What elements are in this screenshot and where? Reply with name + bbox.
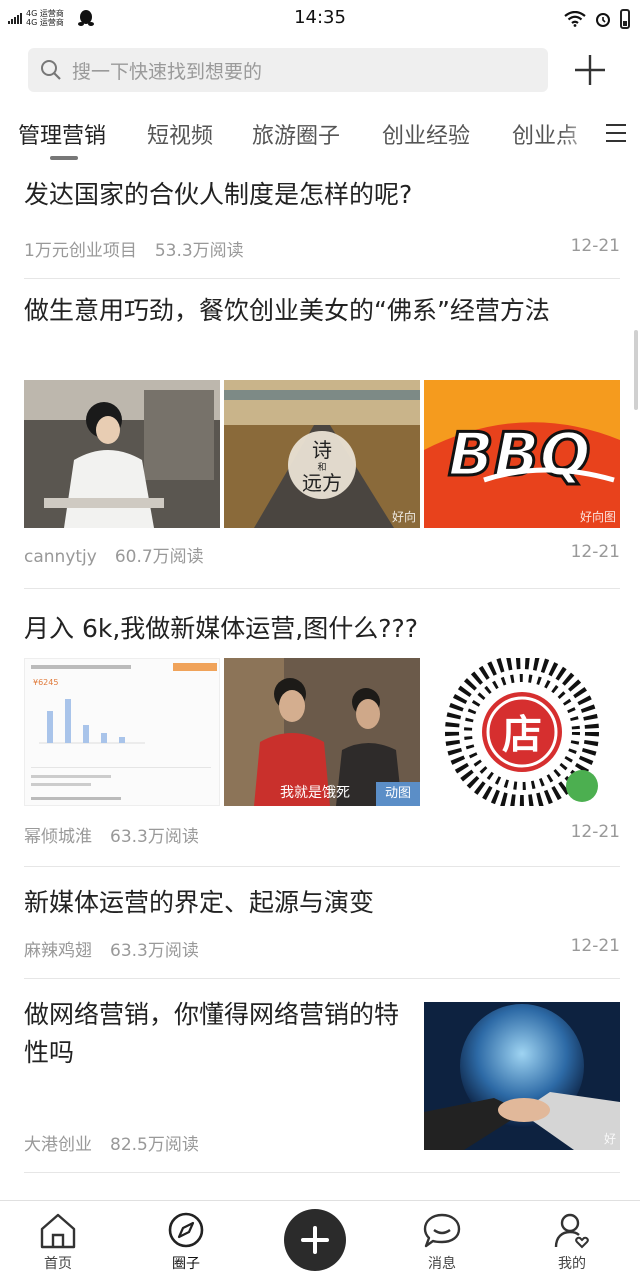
shop-glyph: 店 — [502, 712, 542, 758]
article-reads: 63.3万阅读 — [110, 941, 199, 961]
image-watermark: 好 — [603, 1132, 616, 1146]
article-date: 12-21 — [570, 236, 620, 256]
battery-icon — [620, 9, 630, 29]
divider — [24, 278, 620, 279]
article-item[interactable]: 新媒体运营的界定、起源与演变 麻辣鸡翅 63.3万阅读 12-21 — [24, 884, 620, 974]
chef-illustration — [24, 380, 220, 528]
article-image: 店 — [424, 658, 620, 806]
image-caption-bottom: 远方 — [302, 471, 342, 495]
active-tab-indicator — [50, 156, 78, 160]
search-icon — [41, 60, 61, 80]
article-date: 12-21 — [570, 822, 620, 842]
road-illustration: 诗 和 远方 — [224, 380, 420, 528]
handshake-illustration — [424, 1002, 620, 1150]
tab-management-marketing[interactable]: 管理营销 — [18, 118, 106, 150]
compass-icon — [168, 1212, 204, 1248]
salary-value: ¥6245 — [33, 678, 58, 687]
article-reads: 60.7万阅读 — [114, 547, 204, 567]
article-reads: 82.5万阅读 — [110, 1135, 199, 1155]
user-icon — [554, 1213, 589, 1249]
status-time: 14:35 — [294, 7, 346, 28]
article-item[interactable]: 月入 6k,我做新媒体运营,图什么??? ¥6245 我就是饿死 动图 店 幂倾… — [24, 610, 620, 860]
article-image — [24, 380, 220, 528]
article-reads: 53.3万阅读 — [154, 241, 244, 261]
article-author: 麻辣鸡翅 — [24, 941, 92, 961]
divider — [24, 866, 620, 867]
status-bar: 4G 运营商 4G 运营商 14:35 — [0, 0, 640, 38]
article-title: 发达国家的合伙人制度是怎样的呢? — [24, 180, 413, 209]
article-image: 好 — [424, 1002, 620, 1150]
article-image: ¥6245 — [24, 658, 220, 806]
divider — [24, 978, 620, 979]
article-reads: 63.3万阅读 — [110, 827, 199, 847]
article-title: 做网络营销，你懂得网络营销的特性吗 — [24, 1000, 400, 1067]
article-author: 大港创业 — [24, 1135, 92, 1155]
article-image: 诗 和 远方 好向 — [224, 380, 420, 528]
article-author: 幂倾城淮 — [24, 827, 92, 847]
salary-chart-illustration: ¥6245 — [25, 659, 219, 805]
nav-circle-label: 圈子 — [172, 1256, 200, 1272]
tab-travel-circle[interactable]: 旅游圈子 — [252, 118, 340, 150]
article-meta: cannytjy 60.7万阅读 — [24, 542, 204, 567]
chat-icon — [423, 1213, 461, 1248]
alarm-icon — [596, 13, 610, 27]
article-meta: 麻辣鸡翅 63.3万阅读 — [24, 936, 199, 961]
article-item[interactable]: 做网络营销，你懂得网络营销的特性吗 好 大港创业 82.5万阅读 — [24, 996, 620, 1156]
search-bar[interactable]: 搜一下快速找到想要的 — [28, 48, 548, 92]
nav-profile[interactable]: 我的 — [532, 1211, 612, 1273]
article-meta: 大港创业 82.5万阅读 — [24, 1130, 199, 1155]
divider — [24, 1172, 620, 1173]
gif-badge: 动图 — [376, 782, 420, 806]
nav-profile-label: 我的 — [558, 1256, 586, 1272]
mini-program-code-illustration: 店 — [424, 658, 620, 806]
article-date: 12-21 — [570, 542, 620, 562]
image-caption: 我就是饿死 — [280, 785, 350, 801]
bbq-logo-illustration: BBQ — [424, 380, 620, 528]
image-watermark: 好向图 — [579, 510, 616, 524]
article-author: cannytjy — [24, 547, 97, 567]
nav-home-label: 首页 — [44, 1256, 72, 1272]
home-icon — [40, 1213, 76, 1249]
tab-fade — [560, 110, 600, 154]
tab-startup-experience[interactable]: 创业经验 — [382, 118, 470, 150]
scrollbar[interactable] — [634, 330, 638, 410]
nav-messages-label: 消息 — [428, 1256, 456, 1272]
divider — [24, 588, 620, 589]
svg-text:BBQ: BBQ — [448, 420, 590, 490]
status-right — [564, 9, 630, 29]
article-item[interactable]: 发达国家的合伙人制度是怎样的呢? 1万元创业项目 53.3万阅读 12-21 — [24, 176, 620, 276]
tab-menu-button[interactable] — [600, 120, 634, 150]
bottom-nav: 首页 圈子 消息 我的 — [0, 1200, 640, 1280]
article-title: 做生意用巧劲，餐饮创业美女的“佛系”经营方法 — [24, 296, 550, 325]
article-item[interactable]: 做生意用巧劲，餐饮创业美女的“佛系”经营方法 诗 和 远方 好向 BBQ 好向图… — [24, 292, 620, 582]
article-meta: 幂倾城淮 63.3万阅读 — [24, 822, 199, 847]
tab-short-video[interactable]: 短视频 — [147, 118, 213, 150]
nav-home[interactable]: 首页 — [18, 1211, 98, 1273]
article-image: BBQ 好向图 — [424, 380, 620, 528]
wifi-icon — [564, 11, 586, 27]
article-title: 月入 6k,我做新媒体运营,图什么??? — [24, 614, 419, 643]
category-tabs: 管理营销 短视频 旅游圈子 创业经验 创业点 — [0, 100, 640, 164]
article-title: 新媒体运营的界定、起源与演变 — [24, 888, 375, 917]
nav-messages[interactable]: 消息 — [402, 1211, 482, 1273]
article-meta: 1万元创业项目 53.3万阅读 — [24, 236, 244, 261]
add-button[interactable] — [572, 52, 608, 88]
article-date: 12-21 — [570, 936, 620, 956]
article-author: 1万元创业项目 — [24, 241, 137, 261]
article-image: 我就是饿死 动图 — [224, 658, 420, 806]
image-watermark: 好向 — [391, 510, 416, 524]
nav-circle[interactable]: 圈子 — [146, 1211, 226, 1273]
search-placeholder: 搜一下快速找到想要的 — [72, 60, 263, 83]
image-caption-top: 诗 — [312, 438, 332, 462]
publish-button[interactable] — [284, 1209, 346, 1271]
